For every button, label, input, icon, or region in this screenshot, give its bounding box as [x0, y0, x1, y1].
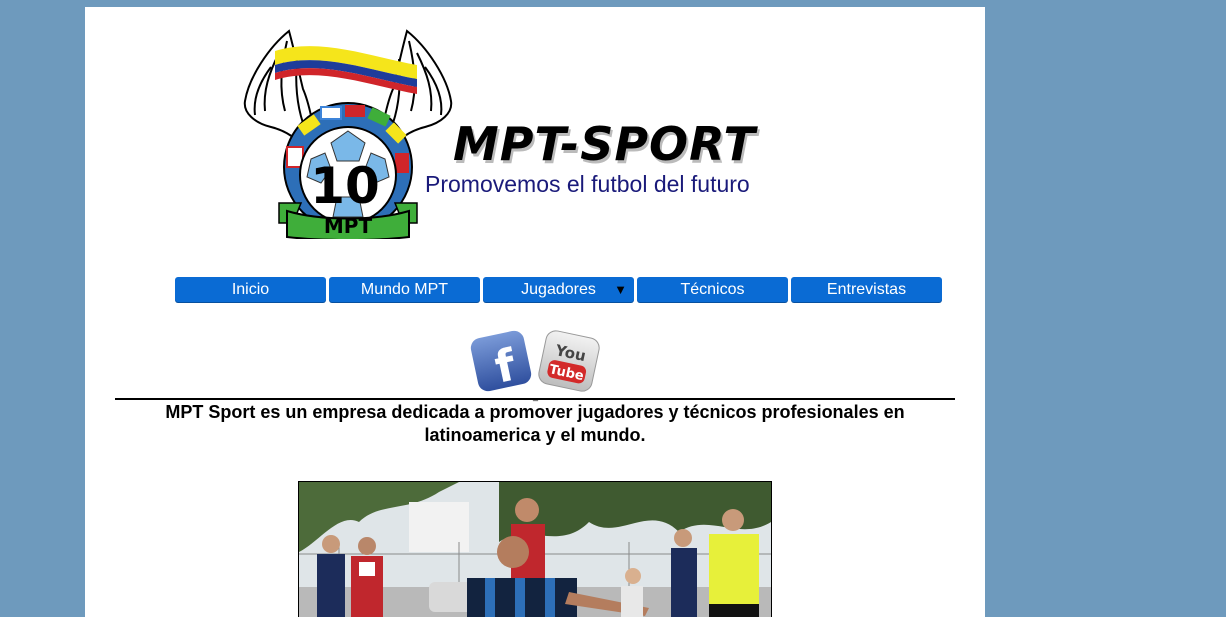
nav-tecnicos[interactable]: Técnicos	[637, 277, 788, 303]
soccer-match-photo	[298, 481, 772, 617]
nav-inicio[interactable]: Inicio	[175, 277, 326, 303]
youtube-icon[interactable]: You Tube	[536, 330, 602, 396]
dropdown-caret-icon: ▼	[614, 282, 627, 297]
nav-mundo-mpt[interactable]: Mundo MPT	[329, 277, 480, 303]
brand-tagline: Promovemos el futbol del futuro	[425, 171, 750, 197]
nav-entrevistas-label: Entrevistas	[826, 281, 907, 298]
divider	[115, 398, 955, 400]
badge-label: MPT	[324, 214, 373, 238]
facebook-icon[interactable]: f	[468, 330, 534, 396]
brand-name: MPT-SPORT	[453, 117, 756, 171]
intro-text: MPT Sport es un empresa dedicada a promo…	[165, 402, 905, 445]
badge-number: 10	[310, 157, 380, 215]
nav-inicio-label: Inicio	[231, 281, 270, 298]
page-container: 10 MPT MPT-SPORT Promovemos el futbol de…	[85, 7, 985, 617]
nav-jugadores[interactable]: Jugadores ▼	[483, 277, 634, 303]
nav-mundo-mpt-label: Mundo MPT	[360, 281, 449, 298]
nav-tecnicos-label: Técnicos	[680, 281, 745, 298]
mpt-logo-badge[interactable]: 10 MPT	[241, 27, 455, 239]
nav-jugadores-label: Jugadores	[521, 281, 596, 298]
nav-entrevistas[interactable]: Entrevistas	[791, 277, 942, 303]
